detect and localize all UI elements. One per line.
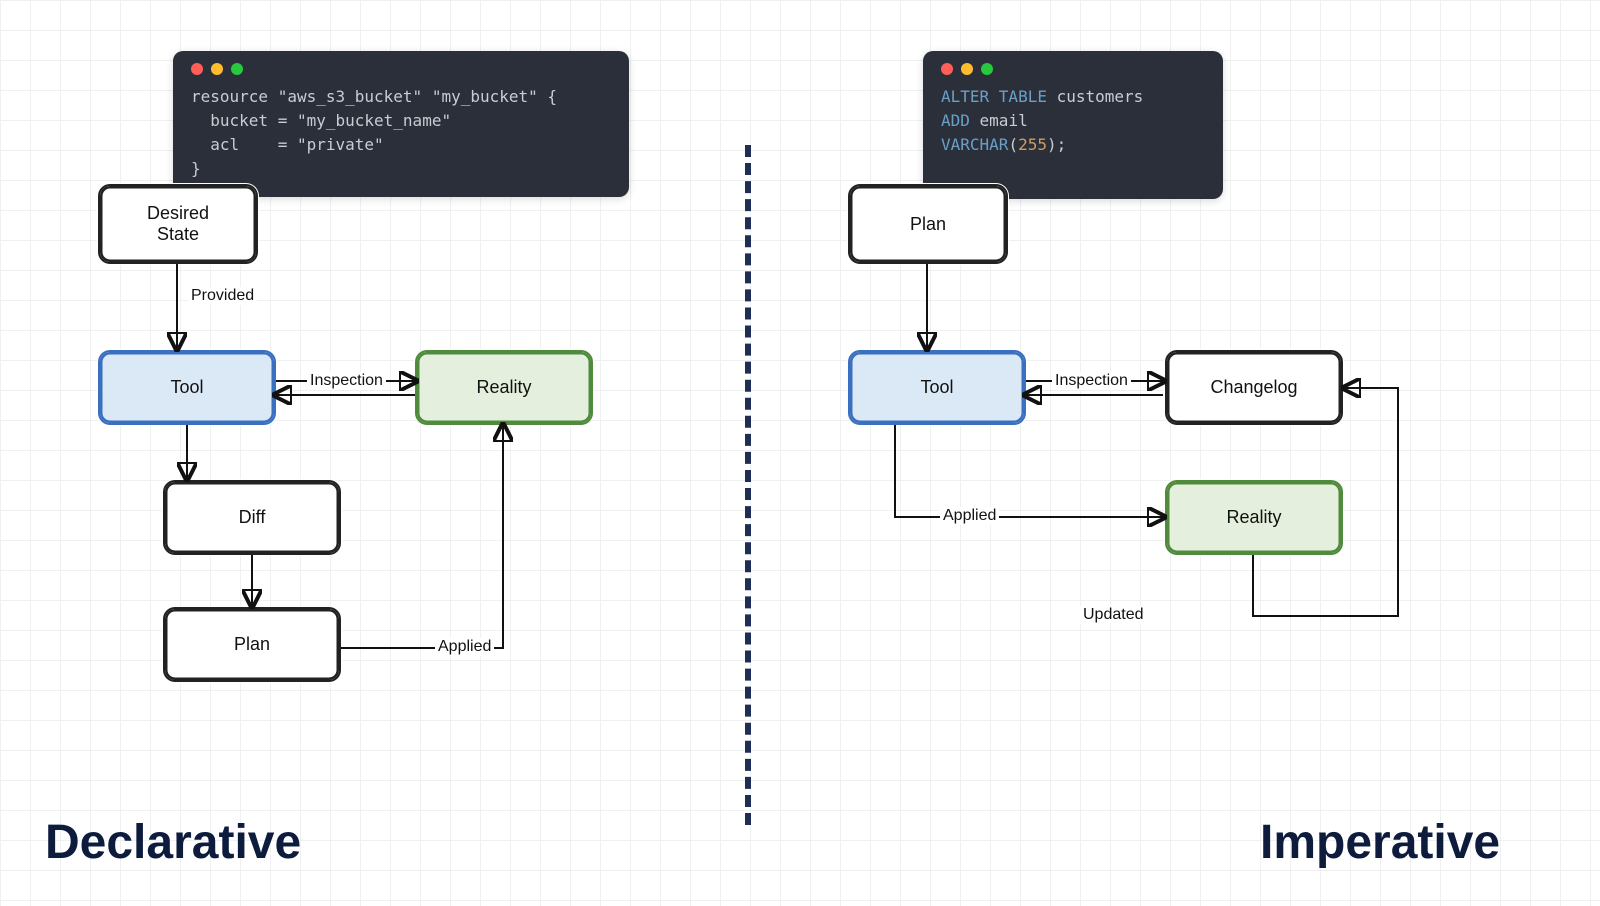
node-reality-right: Reality [1165,480,1343,555]
diagram-stage: resource "aws_s3_bucket" "my_bucket" { b… [0,0,1600,906]
window-traffic-lights [941,63,1205,75]
node-diff-label: Diff [239,507,266,528]
node-diff: Diff [163,480,341,555]
node-reality-left-label: Reality [476,377,531,398]
maximize-icon [231,63,243,75]
edge-inspection-right: Inspection [1052,372,1131,390]
node-tool-right-label: Tool [920,377,953,398]
close-icon [191,63,203,75]
imperative-code: ALTER TABLE customers ADD email VARCHAR(… [941,85,1205,157]
node-tool-left-label: Tool [170,377,203,398]
node-tool-right: Tool [848,350,1026,425]
title-imperative: Imperative [1260,815,1500,870]
edge-updated: Updated [1080,606,1147,624]
node-changelog-label: Changelog [1210,377,1297,398]
divider-line [745,145,751,825]
minimize-icon [211,63,223,75]
declarative-code-window: resource "aws_s3_bucket" "my_bucket" { b… [173,51,629,197]
edge-applied-left: Applied [435,638,494,656]
node-tool-left: Tool [98,350,276,425]
node-reality-right-label: Reality [1226,507,1281,528]
node-plan-left-label: Plan [234,634,270,655]
title-declarative: Declarative [45,815,301,870]
edge-applied-right: Applied [940,507,999,525]
node-plan-left: Plan [163,607,341,682]
edge-inspection-left: Inspection [307,372,386,390]
node-desired-state: Desired State [98,184,258,264]
node-desired-state-l2: State [147,224,209,245]
close-icon [941,63,953,75]
node-reality-left: Reality [415,350,593,425]
window-traffic-lights [191,63,611,75]
node-plan-right: Plan [848,184,1008,264]
imperative-code-window: ALTER TABLE customers ADD email VARCHAR(… [923,51,1223,199]
edge-provided: Provided [188,287,257,305]
maximize-icon [981,63,993,75]
minimize-icon [961,63,973,75]
node-plan-right-label: Plan [910,214,946,235]
declarative-code: resource "aws_s3_bucket" "my_bucket" { b… [191,85,611,181]
node-changelog: Changelog [1165,350,1343,425]
node-desired-state-l1: Desired [147,203,209,224]
